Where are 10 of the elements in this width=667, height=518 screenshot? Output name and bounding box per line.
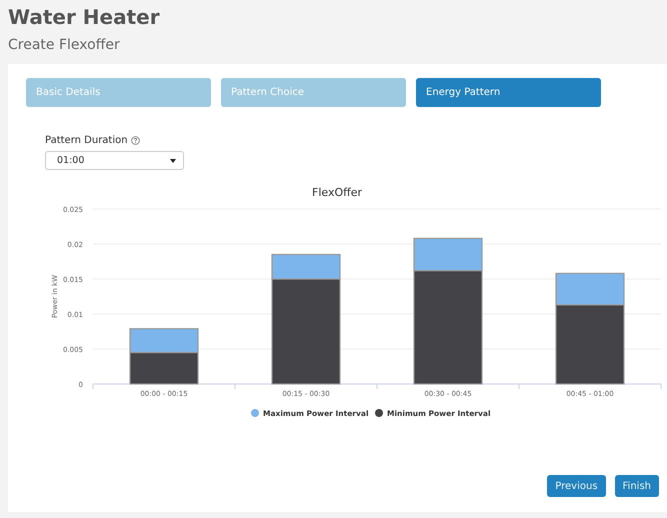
nav-button[interactable]: Finish: [614, 475, 659, 497]
nav-button[interactable]: Previous: [547, 475, 606, 497]
field-label: Pattern Duration: [45, 135, 128, 146]
caret-icon: [170, 158, 176, 162]
chart-title: FlexOffer: [312, 186, 362, 199]
page-title: Water Heater: [8, 4, 161, 30]
duration-select[interactable]: 01:00: [45, 151, 184, 170]
step-tab[interactable]: Energy Pattern: [416, 78, 601, 107]
page-subtitle: Create Flexoffer: [8, 36, 121, 54]
help-icon[interactable]: [130, 136, 140, 145]
